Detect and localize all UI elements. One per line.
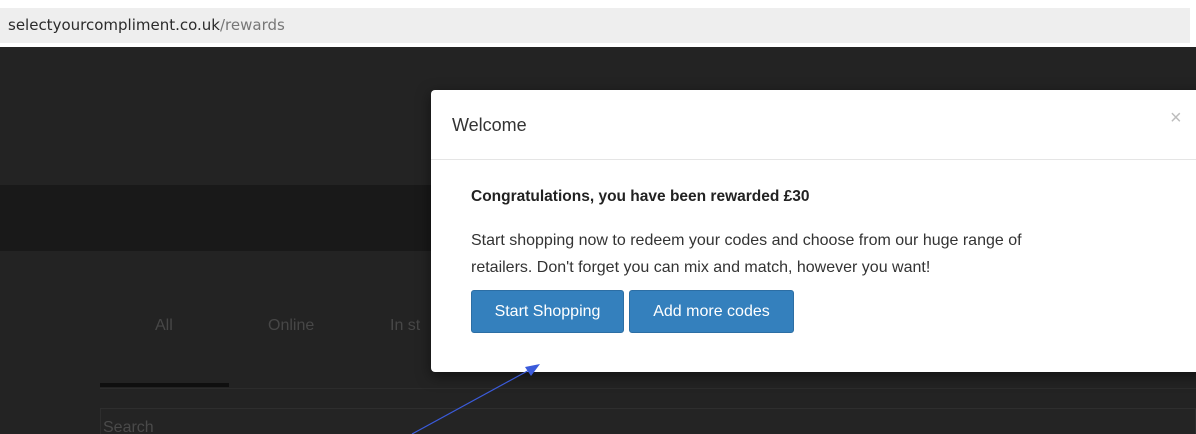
url-field[interactable]: selectyourcompliment.co.uk/rewards: [0, 8, 1190, 43]
url-path: /rewards: [219, 16, 285, 34]
search-input[interactable]: Search: [100, 408, 1196, 434]
browser-address-bar: selectyourcompliment.co.uk/rewards: [0, 0, 1196, 47]
modal-title: Welcome: [452, 115, 527, 135]
tab-all[interactable]: All: [155, 317, 173, 335]
page: selectyourcompliment.co.uk/rewards All O…: [0, 0, 1196, 434]
tab-divider: [100, 388, 1196, 389]
modal-body-text: Start shopping now to redeem your codes …: [471, 227, 1171, 281]
modal-header: Welcome ×: [431, 90, 1196, 160]
start-shopping-button[interactable]: Start Shopping: [471, 290, 624, 333]
add-more-codes-button[interactable]: Add more codes: [629, 290, 794, 333]
reward-heading: Congratulations, you have been rewarded …: [471, 188, 810, 205]
close-icon[interactable]: ×: [1170, 107, 1182, 130]
url-domain: selectyourcompliment.co.uk: [8, 16, 220, 34]
welcome-modal: Welcome × Congratulations, you have been…: [431, 90, 1196, 372]
active-tab-indicator: [100, 383, 229, 387]
modal-body-line-2: retailers. Don't forget you can mix and …: [471, 259, 931, 276]
tab-in-store[interactable]: In st: [390, 317, 420, 335]
modal-body-line-1: Start shopping now to redeem your codes …: [471, 232, 1022, 249]
tab-online[interactable]: Online: [268, 317, 314, 335]
